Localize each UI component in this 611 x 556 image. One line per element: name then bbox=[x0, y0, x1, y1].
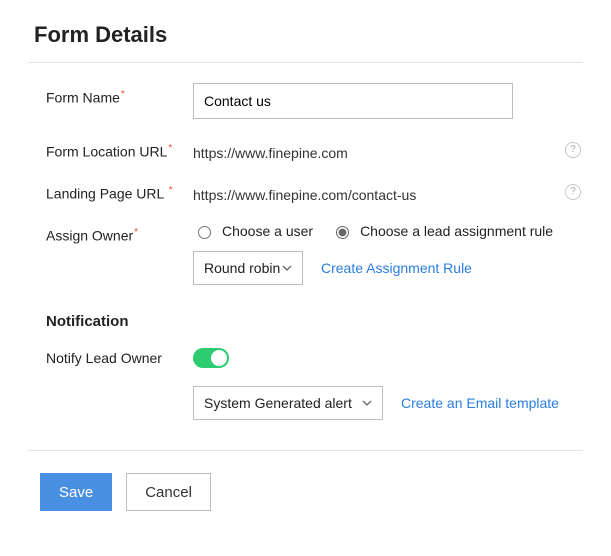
chevron-down-icon bbox=[362, 400, 372, 406]
alert-subrow: System Generated alert Create an Email t… bbox=[193, 386, 583, 420]
form-location-label: Form Location URL bbox=[46, 144, 167, 160]
cancel-button[interactable]: Cancel bbox=[126, 473, 211, 511]
divider bbox=[28, 62, 583, 63]
footer-divider bbox=[28, 450, 583, 451]
help-icon[interactable]: ? bbox=[565, 142, 581, 158]
notify-owner-label-wrap: Notify Lead Owner bbox=[28, 344, 193, 366]
form-location-label-wrap: Form Location URL* bbox=[28, 137, 193, 160]
landing-page-row: Landing Page URL * https://www.finepine.… bbox=[28, 179, 583, 203]
alert-row: System Generated alert Create an Email t… bbox=[28, 380, 583, 420]
notify-owner-toggle[interactable] bbox=[193, 348, 229, 368]
landing-page-label: Landing Page URL bbox=[46, 186, 164, 202]
notify-owner-field bbox=[193, 344, 583, 368]
create-email-template-link[interactable]: Create an Email template bbox=[401, 395, 559, 411]
page-title: Form Details bbox=[34, 22, 583, 48]
form-location-row: Form Location URL* https://www.finepine.… bbox=[28, 137, 583, 161]
notification-heading: Notification bbox=[46, 313, 583, 330]
form-name-row: Form Name* bbox=[28, 83, 583, 119]
assign-owner-row: Assign Owner* Choose a user Choose a lea… bbox=[28, 221, 583, 285]
toggle-knob bbox=[211, 350, 227, 366]
save-button[interactable]: Save bbox=[40, 473, 112, 511]
assign-owner-label: Assign Owner bbox=[46, 228, 133, 244]
choose-user-radio-input[interactable] bbox=[198, 226, 211, 239]
form-name-label-wrap: Form Name* bbox=[28, 83, 193, 106]
required-mark: * bbox=[168, 143, 172, 154]
assignment-rule-select[interactable]: Round robin bbox=[193, 251, 303, 285]
alert-select[interactable]: System Generated alert bbox=[193, 386, 383, 420]
form-location-value: https://www.finepine.com bbox=[193, 139, 348, 161]
form-details-page: Form Details Form Name* Form Location UR… bbox=[0, 0, 611, 539]
form-name-label: Form Name bbox=[46, 90, 120, 106]
choose-user-radio-label: Choose a user bbox=[222, 223, 313, 239]
create-assignment-rule-link[interactable]: Create Assignment Rule bbox=[321, 260, 472, 276]
assign-owner-label-wrap: Assign Owner* bbox=[28, 221, 193, 244]
choose-rule-radio-label: Choose a lead assignment rule bbox=[360, 223, 553, 239]
choose-rule-radio[interactable]: Choose a lead assignment rule bbox=[331, 223, 553, 239]
notify-owner-label: Notify Lead Owner bbox=[46, 350, 162, 366]
alert-label-spacer bbox=[28, 380, 193, 386]
landing-page-field: https://www.finepine.com/contact-us ? bbox=[193, 179, 583, 203]
footer-buttons: Save Cancel bbox=[28, 473, 583, 511]
assign-rule-subrow: Round robin Create Assignment Rule bbox=[193, 251, 583, 285]
help-icon[interactable]: ? bbox=[565, 184, 581, 200]
assign-owner-radios: Choose a user Choose a lead assignment r… bbox=[193, 221, 583, 239]
required-mark: * bbox=[134, 227, 138, 238]
alert-select-value: System Generated alert bbox=[204, 395, 352, 411]
form-name-field bbox=[193, 83, 583, 119]
required-mark: * bbox=[121, 89, 125, 100]
choose-user-radio[interactable]: Choose a user bbox=[193, 223, 313, 239]
choose-rule-radio-input[interactable] bbox=[336, 226, 349, 239]
assign-owner-field: Choose a user Choose a lead assignment r… bbox=[193, 221, 583, 285]
notify-owner-row: Notify Lead Owner bbox=[28, 344, 583, 368]
chevron-down-icon bbox=[282, 265, 292, 271]
assignment-rule-select-value: Round robin bbox=[204, 260, 280, 276]
alert-field: System Generated alert Create an Email t… bbox=[193, 380, 583, 420]
required-mark: * bbox=[169, 185, 173, 196]
form-name-input[interactable] bbox=[193, 83, 513, 119]
landing-page-label-wrap: Landing Page URL * bbox=[28, 179, 193, 202]
landing-page-value: https://www.finepine.com/contact-us bbox=[193, 181, 416, 203]
form-location-field: https://www.finepine.com ? bbox=[193, 137, 583, 161]
